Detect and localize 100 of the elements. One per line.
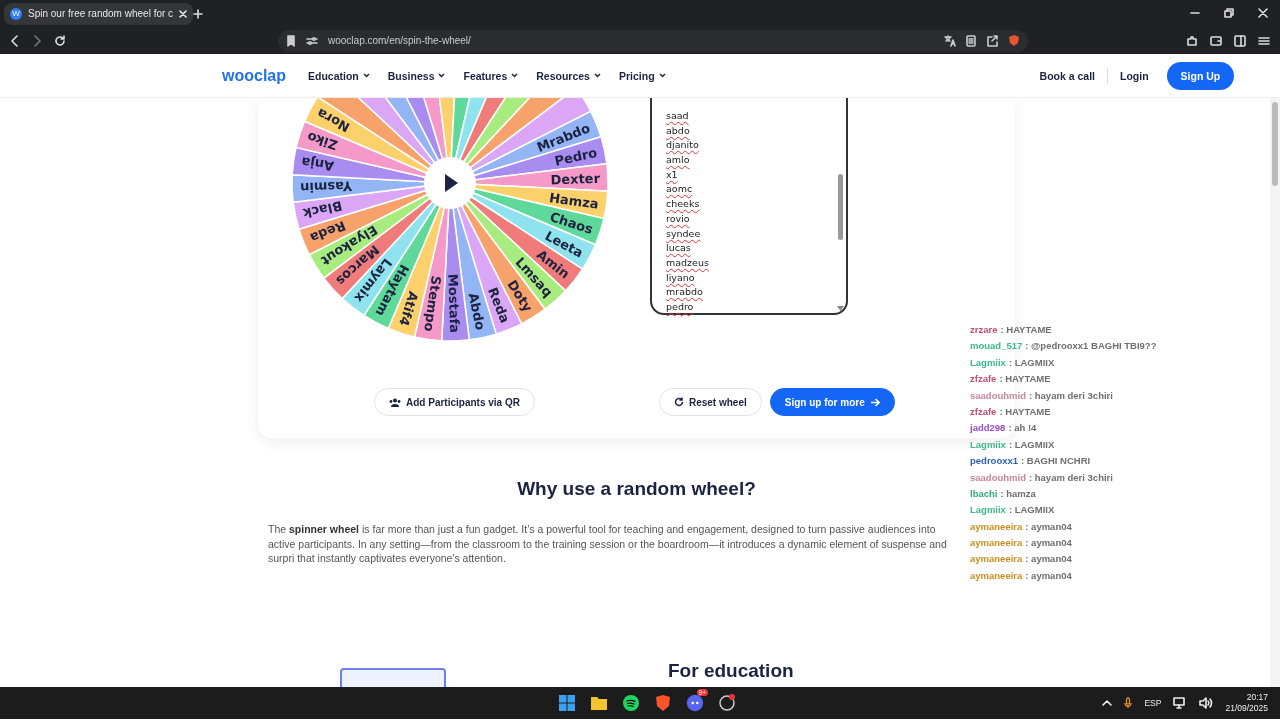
chat-message: : @pedrooxx1 BAGHI TBI9?? — [1025, 340, 1157, 352]
chat-username: mouad_517 — [970, 340, 1023, 352]
chevron-down-icon — [362, 73, 370, 78]
microphone-icon[interactable] — [1124, 697, 1133, 709]
participant-name: lucas — [666, 241, 691, 256]
chat-username: saadouhmid — [970, 389, 1026, 401]
nav-menu[interactable]: Education — [308, 69, 370, 82]
chat-username: Lagmiix — [970, 504, 1006, 516]
chat-message: : hamza — [1000, 487, 1036, 499]
bookmark-icon[interactable] — [286, 34, 296, 47]
wheel-label: Mostafa — [445, 273, 463, 334]
chat-username: aymaneeira — [970, 520, 1023, 532]
wheel-label: Pedro — [553, 144, 599, 169]
nav-menu[interactable]: Business — [387, 69, 446, 82]
nav-menu[interactable]: Features — [463, 69, 519, 82]
nav-menu[interactable]: Resources — [536, 69, 601, 82]
clock[interactable]: 20:17 21/09/2025 — [1225, 692, 1268, 714]
sidebar-icon[interactable] — [1234, 34, 1246, 47]
back-icon[interactable] — [10, 34, 20, 47]
scrollbar-thumb[interactable] — [838, 174, 843, 240]
wheel-label: Ziko — [305, 129, 340, 153]
wheel-label: Abdo — [465, 291, 489, 332]
wheel-label: Black — [301, 198, 344, 222]
translate-icon[interactable] — [944, 34, 956, 47]
chat-username: zfzafe — [970, 405, 997, 417]
participant-name: liyano — [666, 270, 695, 285]
chat-message: : ayman04 — [1025, 520, 1072, 532]
chat-message: : hayam deri 3chiri — [1028, 471, 1113, 483]
app-icon[interactable] — [716, 692, 738, 714]
chat-username: saadouhmid — [970, 471, 1026, 483]
language-indicator[interactable]: ESP — [1144, 698, 1162, 708]
reload-icon[interactable] — [54, 34, 66, 47]
chat-username: aymaneeira — [970, 537, 1023, 549]
participant-name: x1 — [666, 167, 678, 182]
participant-name: rovio — [666, 211, 690, 226]
spin-button[interactable] — [424, 157, 476, 209]
chat-username: lbachi — [970, 487, 998, 499]
share-icon[interactable] — [986, 34, 998, 47]
participant-name: abdo — [666, 123, 690, 138]
wheel-label: Hamza — [548, 190, 600, 212]
restore-icon[interactable] — [1224, 8, 1234, 18]
wheel-label: Yasmin — [299, 178, 353, 196]
chat-username: Lagmiix — [970, 438, 1006, 450]
chat-username: jadd298 — [970, 422, 1006, 434]
chat-username: pedrooxx1 — [970, 455, 1019, 467]
wooclap-logo[interactable]: wooclap — [222, 66, 286, 85]
chevron-down-icon — [658, 73, 666, 78]
scroll-down-icon[interactable] — [837, 306, 844, 311]
site-settings-icon[interactable] — [306, 35, 318, 46]
add-participants-qr-button[interactable]: Add Participants via QR — [374, 388, 535, 416]
participant-name: cheeks — [666, 197, 700, 212]
participant-name: saad — [666, 109, 689, 123]
chat-username: aymaneeira — [970, 553, 1023, 565]
chat-username: zrzare — [970, 324, 998, 335]
chevron-down-icon — [438, 73, 446, 78]
login-link[interactable]: Login — [1120, 69, 1149, 82]
site-favicon: W — [10, 7, 22, 20]
chat-message: : ayman04 — [1025, 553, 1072, 565]
close-icon[interactable] — [1258, 8, 1268, 18]
shield-icon[interactable] — [1008, 34, 1020, 47]
play-icon[interactable] — [445, 174, 458, 192]
chat-username: aymaneeira — [970, 569, 1023, 581]
reader-icon[interactable] — [966, 34, 976, 47]
chat-message: : ayman04 — [1025, 537, 1072, 549]
nav-menu[interactable]: Pricing — [618, 69, 666, 82]
chat-message: : HAYTAME — [999, 373, 1051, 385]
wallet-icon[interactable] — [1210, 34, 1222, 47]
extensions-icon[interactable] — [1186, 34, 1198, 47]
sign-up-for-more-button[interactable]: Sign up for more — [769, 388, 895, 416]
speaker-icon[interactable] — [1199, 697, 1214, 709]
start-icon[interactable] — [556, 692, 578, 714]
participants-textarea[interactable]: saad abdo djanito amlo x1 aomc cheeks rovio syndee lucas madzeus liyano mrabdo pedro — [650, 98, 848, 315]
chat-message: : ayman04 — [1025, 569, 1072, 581]
participant-name: amlo — [666, 153, 690, 168]
network-icon[interactable] — [1173, 697, 1188, 709]
reset-icon — [673, 397, 684, 407]
participant-name: mrabdo — [666, 285, 703, 300]
participant-name: djanito — [666, 138, 699, 153]
chevron-up-icon[interactable] — [1102, 699, 1113, 707]
forward-icon[interactable] — [32, 34, 42, 47]
section-heading: Why use a random wheel? — [517, 478, 756, 500]
page-scrollbar[interactable] — [1270, 98, 1280, 687]
new-tab-icon[interactable] — [193, 8, 204, 19]
music-app-icon[interactable] — [620, 692, 642, 714]
section-heading: For education — [668, 659, 794, 682]
chat-message: : LAGMIIX — [1008, 504, 1055, 516]
participant-name: aomc — [666, 182, 693, 197]
wheel-label: Anja — [300, 154, 335, 174]
close-icon[interactable] — [179, 9, 188, 18]
book-call-link[interactable]: Book a call — [1039, 69, 1095, 82]
menu-icon[interactable] — [1258, 34, 1270, 47]
reset-wheel-button[interactable]: Reset wheel — [658, 388, 762, 416]
chat-message: : HAYTAME — [1000, 324, 1052, 335]
sign-up-button[interactable]: Sign Up — [1166, 61, 1235, 90]
description-paragraph: The spinner wheel is far more than just a fun gadget. It’s a powerful tool for teaching and engagement, designed to turn passive audiences into active participants. In any setting—from the classroom to the training session or the boardroom—it introduces a dynamic element of suspense and surpri that instantly captivates everyone's attention. — [268, 522, 948, 566]
browser-tab[interactable]: W Spin our free random wheel for c — [4, 2, 194, 25]
participant-name: pedro — [666, 299, 694, 314]
chat-message: : ah !4 — [1008, 422, 1037, 434]
wheel-label: Stempo — [421, 274, 444, 333]
chat-username: zfzafe — [970, 373, 997, 385]
